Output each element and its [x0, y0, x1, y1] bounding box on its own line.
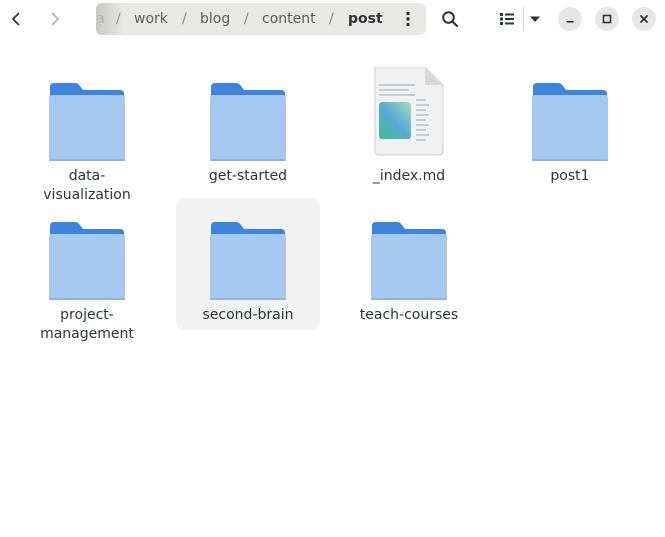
- item-label: _index.md: [372, 168, 446, 184]
- file-item[interactable]: _index.md: [337, 59, 481, 209]
- item-label: second-brain: [202, 307, 294, 323]
- folder-item[interactable]: post1: [498, 59, 642, 209]
- item-label: get-started: [208, 168, 288, 184]
- folder-thumbnail: [208, 210, 288, 302]
- folder-item[interactable]: second-brain: [176, 198, 320, 330]
- folder-item[interactable]: get-started: [176, 59, 320, 209]
- document-icon: [374, 66, 444, 156]
- item-label: teach-courses: [359, 307, 459, 323]
- item-label: post1: [550, 168, 590, 184]
- folder-icon: [49, 222, 125, 302]
- folder-item[interactable]: teach-courses: [337, 198, 481, 348]
- document-thumbnail: [369, 66, 449, 157]
- folder-thumbnail: [208, 71, 288, 163]
- folder-thumbnail: [47, 71, 127, 163]
- folder-icon: [371, 222, 447, 302]
- folder-icon: [532, 83, 608, 163]
- folder-icon: [210, 83, 286, 163]
- folder-thumbnail: [530, 71, 610, 163]
- folder-thumbnail: [47, 210, 127, 302]
- folder-item[interactable]: project-management: [15, 198, 159, 348]
- file-grid: data-visualization get-started _index.md po…: [0, 0, 665, 537]
- item-label: project-management: [40, 307, 134, 342]
- folder-item[interactable]: data-visualization: [15, 59, 159, 209]
- folder-icon: [49, 83, 125, 163]
- folder-thumbnail: [369, 210, 449, 302]
- folder-icon: [210, 222, 286, 302]
